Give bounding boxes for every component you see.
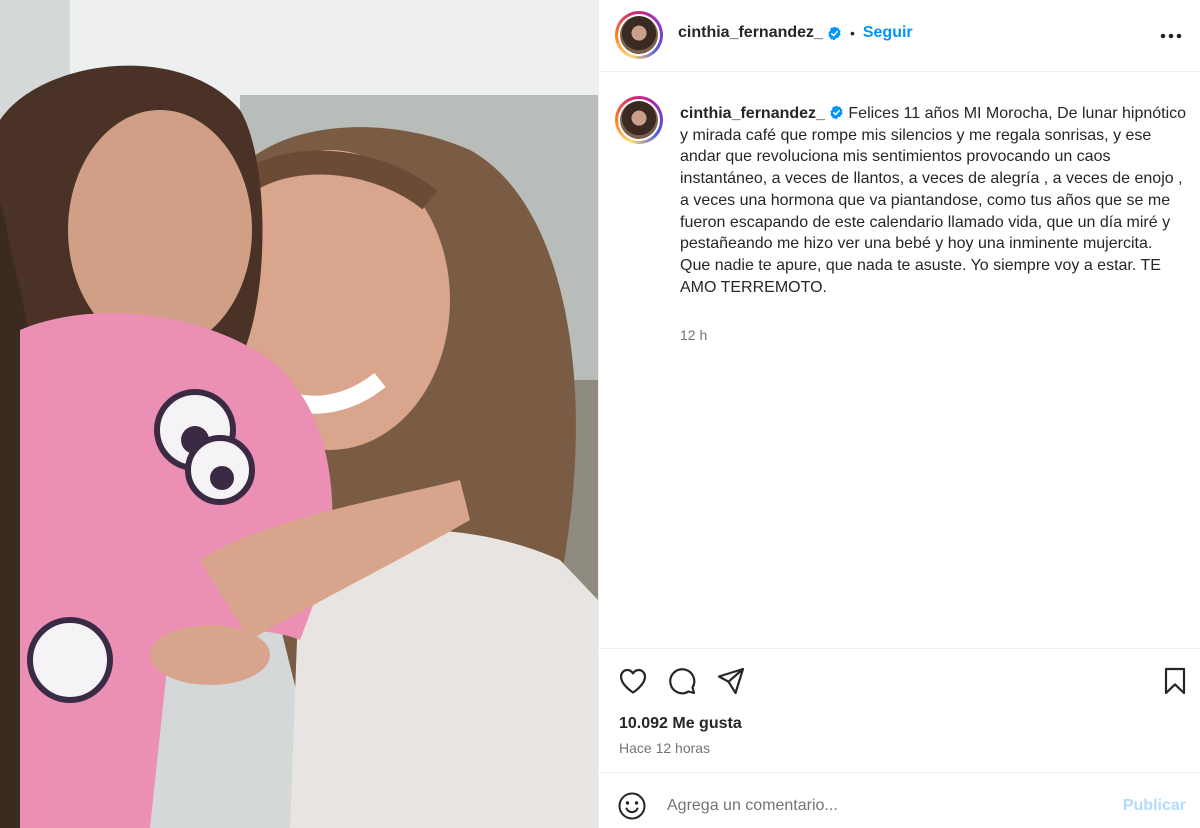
like-button[interactable] bbox=[617, 665, 649, 697]
verified-badge-icon bbox=[830, 105, 843, 120]
likes-count[interactable]: 10.092 Me gusta bbox=[619, 715, 742, 733]
emoji-button[interactable] bbox=[617, 791, 647, 821]
author-username[interactable]: cinthia_fernandez_ bbox=[678, 24, 823, 42]
post-image bbox=[0, 0, 598, 828]
save-button[interactable] bbox=[1159, 665, 1191, 697]
heart-icon bbox=[619, 668, 647, 694]
share-button[interactable] bbox=[715, 665, 747, 697]
more-horizontal-icon bbox=[1160, 33, 1182, 39]
paper-plane-icon bbox=[717, 667, 745, 695]
follow-button[interactable]: Seguir bbox=[863, 24, 913, 42]
more-options-button[interactable] bbox=[1159, 24, 1183, 48]
caption-username[interactable]: cinthia_fernandez_ bbox=[680, 105, 825, 122]
post-detail-panel: cinthia_fernandez_ • Seguir cinthia_fern… bbox=[598, 0, 1200, 828]
separator-dot: • bbox=[849, 25, 855, 41]
author-avatar[interactable] bbox=[615, 11, 663, 59]
smiley-icon bbox=[618, 792, 646, 820]
verified-badge-icon bbox=[828, 26, 841, 40]
bookmark-icon bbox=[1164, 667, 1186, 695]
post-header: cinthia_fernandez_ • Seguir bbox=[599, 0, 1200, 72]
post-age[interactable]: Hace 12 horas bbox=[619, 740, 710, 756]
comment-button[interactable] bbox=[666, 665, 698, 697]
comment-bar: Publicar bbox=[599, 772, 1200, 828]
caption-text: Felices 11 años MI Morocha, De lunar hip… bbox=[680, 105, 1187, 296]
caption-body: cinthia_fernandez_ Felices 11 años MI Mo… bbox=[680, 103, 1190, 298]
comment-input[interactable] bbox=[667, 793, 1097, 819]
author-row: cinthia_fernandez_ • Seguir bbox=[678, 24, 913, 42]
comment-bubble-icon bbox=[669, 668, 696, 695]
post-photo[interactable] bbox=[0, 0, 598, 828]
action-bar bbox=[599, 648, 1200, 710]
caption-author-avatar[interactable] bbox=[615, 96, 663, 144]
caption-timestamp[interactable]: 12 h bbox=[680, 327, 707, 343]
publish-button[interactable]: Publicar bbox=[1123, 797, 1186, 815]
